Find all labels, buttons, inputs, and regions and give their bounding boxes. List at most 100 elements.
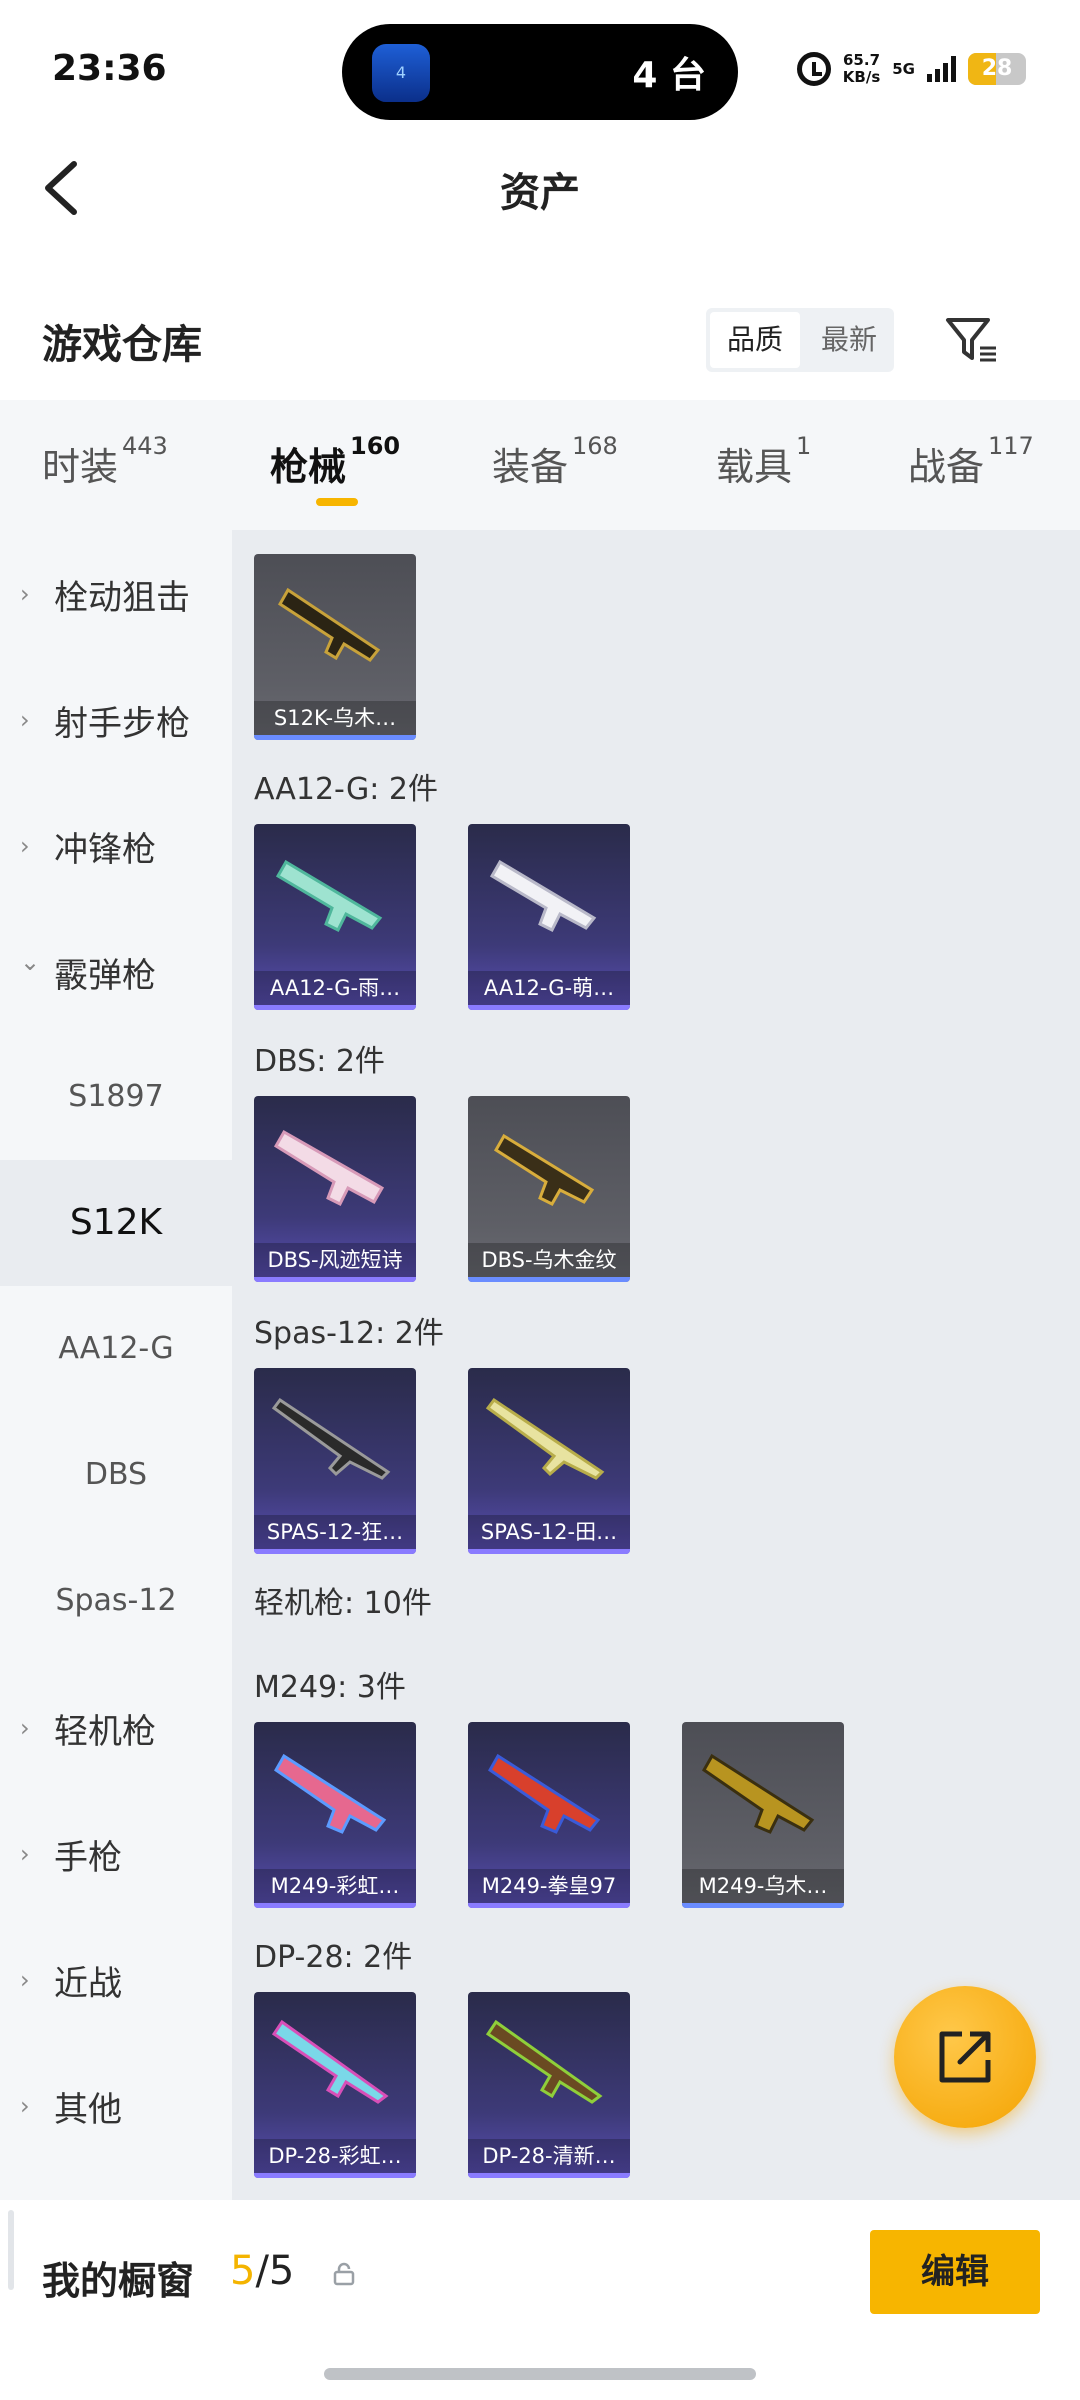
sidebar-item-label: 手枪 bbox=[54, 1838, 122, 1878]
item-card[interactable]: DBS-乌木金纹 bbox=[468, 1096, 630, 1282]
gun-icon bbox=[273, 1129, 385, 1207]
item-grid: S12K-乌木… AA12-G: 2件 AA12-G-雨… AA12-G-萌… … bbox=[232, 530, 1080, 2200]
item-card[interactable]: SPAS-12-田… bbox=[468, 1368, 630, 1554]
status-time: 23:36 bbox=[52, 48, 167, 89]
rarity-bar bbox=[468, 2173, 630, 2178]
network-type: 5G bbox=[892, 60, 915, 78]
item-name: M249-拳皇97 bbox=[468, 1869, 630, 1903]
filter-icon[interactable] bbox=[944, 312, 1000, 368]
gun-icon bbox=[271, 2019, 389, 2104]
home-indicator[interactable] bbox=[324, 2368, 756, 2380]
sidebar-item-bolt-sniper[interactable]: › 栓动狙击 bbox=[0, 530, 232, 656]
sidebar-item-label: 其他 bbox=[54, 2090, 122, 2130]
sidebar-subitem-spas12[interactable]: Spas-12 bbox=[0, 1538, 232, 1664]
sidebar-subitem-s1897[interactable]: S1897 bbox=[0, 1034, 232, 1160]
tab-supplies[interactable]: 战备 117 bbox=[908, 432, 1034, 491]
sidebar-item-melee[interactable]: › 近战 bbox=[0, 1916, 232, 2042]
share-button[interactable] bbox=[894, 1986, 1036, 2128]
rarity-bar bbox=[682, 1903, 844, 1908]
tab-fashion[interactable]: 时装 443 bbox=[42, 432, 168, 491]
item-name: M249-彩虹… bbox=[254, 1869, 416, 1903]
chevron-right-icon: › bbox=[20, 832, 30, 860]
item-card[interactable]: S12K-乌木… bbox=[254, 554, 416, 740]
rarity-bar bbox=[254, 735, 416, 740]
sidebar-item-label: 轻机枪 bbox=[54, 1712, 156, 1752]
signal-icon bbox=[927, 56, 956, 82]
item-name: AA12-G-萌… bbox=[468, 971, 630, 1005]
tab-vehicles[interactable]: 载具 1 bbox=[716, 432, 811, 491]
page-title: 资产 bbox=[500, 170, 580, 216]
sidebar-item-smg[interactable]: › 冲锋枪 bbox=[0, 782, 232, 908]
rarity-bar bbox=[468, 1903, 630, 1908]
share-external-icon bbox=[939, 2031, 991, 2083]
dynamic-island[interactable]: 4 4 台 bbox=[342, 24, 738, 120]
item-card[interactable]: SPAS-12-狂… bbox=[254, 1368, 416, 1554]
drag-handle[interactable] bbox=[8, 2210, 14, 2290]
nav-bar: 资产 bbox=[0, 140, 1080, 230]
section-title: 游戏仓库 bbox=[42, 322, 202, 368]
item-card[interactable]: AA12-G-萌… bbox=[468, 824, 630, 1010]
item-name: M249-乌木… bbox=[682, 1869, 844, 1903]
sort-quality[interactable]: 品质 bbox=[710, 312, 800, 368]
gun-icon bbox=[275, 859, 383, 933]
gun-icon bbox=[271, 1397, 391, 1480]
chevron-right-icon: › bbox=[20, 1714, 30, 1742]
chevron-right-icon: › bbox=[20, 580, 30, 608]
gun-icon bbox=[488, 1753, 601, 1834]
sidebar: › 栓动狙击 › 射手步枪 › 冲锋枪 ⌄ 霰弹枪 S1897 S12K AA1… bbox=[0, 530, 232, 2200]
sidebar-item-label: 霰弹枪 bbox=[54, 956, 156, 996]
chevron-right-icon: › bbox=[20, 1966, 30, 1994]
sidebar-item-marksman[interactable]: › 射手步枪 bbox=[0, 656, 232, 782]
alarm-icon bbox=[796, 52, 831, 86]
item-name: DBS-风迹短诗 bbox=[254, 1243, 416, 1277]
rarity-bar bbox=[468, 1549, 630, 1554]
sort-toggle: 品质 最新 bbox=[706, 308, 894, 372]
rarity-bar bbox=[254, 1005, 416, 1010]
battery-icon: 28 bbox=[968, 53, 1026, 85]
item-card[interactable]: DP-28-彩虹… bbox=[254, 1992, 416, 2178]
item-card[interactable]: M249-乌木… bbox=[682, 1722, 844, 1908]
island-device-count: 4 台 bbox=[632, 55, 706, 96]
item-card[interactable]: M249-彩虹… bbox=[254, 1722, 416, 1908]
chevron-down-icon: ⌄ bbox=[20, 948, 41, 976]
gun-icon bbox=[489, 859, 597, 933]
rarity-bar bbox=[468, 1277, 630, 1282]
sidebar-item-label: 冲锋枪 bbox=[54, 830, 156, 870]
item-name: SPAS-12-狂… bbox=[254, 1515, 416, 1549]
rarity-bar bbox=[254, 2173, 416, 2178]
item-card[interactable]: AA12-G-雨… bbox=[254, 824, 416, 1010]
item-name: S12K-乌木… bbox=[254, 701, 416, 735]
sidebar-item-other[interactable]: › 其他 bbox=[0, 2042, 232, 2168]
chevron-right-icon: › bbox=[20, 706, 30, 734]
tab-equipment[interactable]: 装备 168 bbox=[492, 432, 618, 491]
item-name: DP-28-清新… bbox=[468, 2139, 630, 2173]
item-card[interactable]: M249-拳皇97 bbox=[468, 1722, 630, 1908]
sidebar-item-label: 栓动狙击 bbox=[54, 578, 190, 618]
gun-icon bbox=[277, 587, 381, 662]
sidebar-subitem-s12k[interactable]: S12K bbox=[0, 1160, 232, 1286]
gun-icon bbox=[485, 1397, 605, 1480]
showcase-title: 我的橱窗 bbox=[42, 2259, 195, 2303]
item-card[interactable]: DP-28-清新… bbox=[468, 1992, 630, 2178]
group-label: Spas-12: 2件 bbox=[254, 1316, 444, 1351]
item-name: DBS-乌木金纹 bbox=[468, 1243, 630, 1277]
gun-icon bbox=[485, 2019, 603, 2104]
sidebar-item-label: 射手步枪 bbox=[54, 704, 190, 744]
edit-button[interactable]: 编辑 bbox=[870, 2230, 1040, 2314]
gun-icon bbox=[702, 1753, 815, 1834]
item-card[interactable]: DBS-风迹短诗 bbox=[254, 1096, 416, 1282]
sidebar-subitem-dbs[interactable]: DBS bbox=[0, 1412, 232, 1538]
gun-icon bbox=[274, 1753, 387, 1834]
chevron-right-icon: › bbox=[20, 1840, 30, 1868]
sort-newest[interactable]: 最新 bbox=[804, 308, 894, 372]
rarity-bar bbox=[468, 1005, 630, 1010]
item-name: AA12-G-雨… bbox=[254, 971, 416, 1005]
sidebar-item-lmg[interactable]: › 轻机枪 bbox=[0, 1664, 232, 1790]
sidebar-item-pistol[interactable]: › 手枪 bbox=[0, 1790, 232, 1916]
tab-guns[interactable]: 枪械 160 bbox=[270, 432, 400, 491]
rarity-bar bbox=[254, 1903, 416, 1908]
sidebar-subitem-aa12g[interactable]: AA12-G bbox=[0, 1286, 232, 1412]
rarity-bar bbox=[254, 1549, 416, 1554]
group-label: AA12-G: 2件 bbox=[254, 772, 438, 807]
sidebar-item-shotgun[interactable]: ⌄ 霰弹枪 bbox=[0, 908, 232, 1034]
